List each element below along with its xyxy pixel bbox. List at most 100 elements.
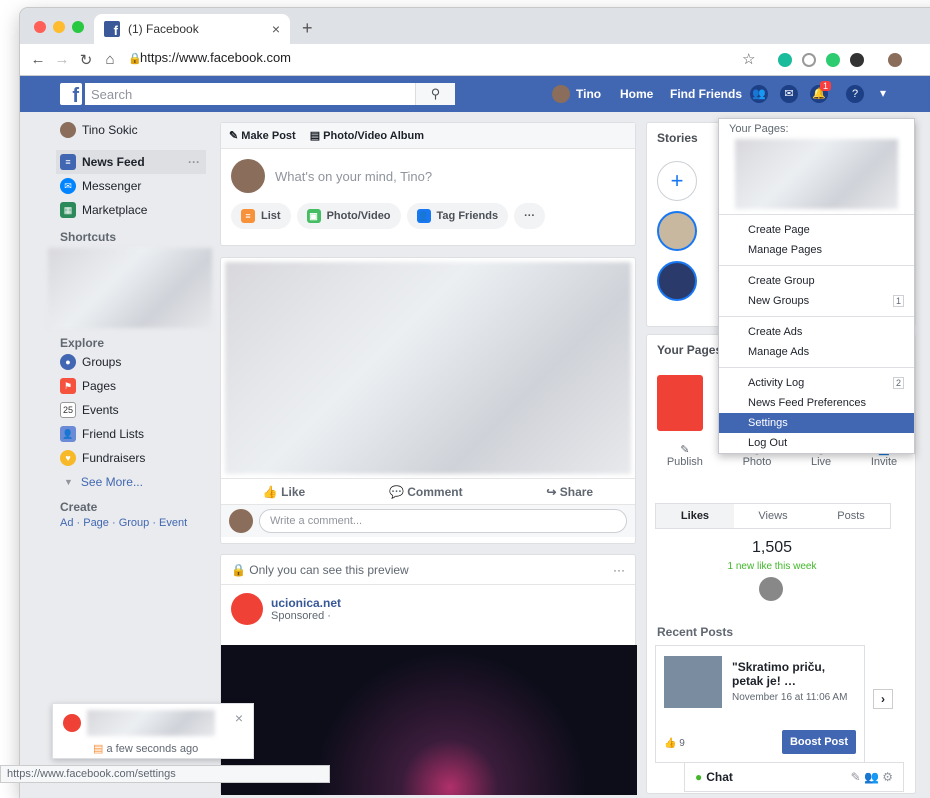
composer-input[interactable]: What's on your mind, Tino?	[275, 169, 432, 184]
page-avatar[interactable]	[231, 593, 263, 625]
tag-friends-button[interactable]: 👤 Tag Friends	[406, 203, 509, 229]
extension-icon[interactable]	[802, 53, 816, 67]
sidebar-item-marketplace[interactable]: ▦ Marketplace	[60, 198, 212, 222]
story-avatar[interactable]	[657, 211, 697, 251]
notification-toast[interactable]: × ▤ a few seconds ago	[52, 703, 254, 759]
profile-link[interactable]: Tino	[576, 87, 601, 101]
reaction-count: 9	[679, 738, 685, 749]
close-icon[interactable]: ×	[235, 710, 243, 726]
photo-video-button[interactable]: ▣ Photo/Video	[296, 203, 401, 229]
photo-label: Photo/Video	[326, 210, 391, 222]
menu-item-log-out[interactable]: Log Out	[719, 433, 914, 453]
fundraisers-icon: ♥	[60, 450, 76, 466]
home-icon[interactable]: ⌂	[98, 51, 122, 68]
extension-icon[interactable]	[850, 53, 864, 67]
chat-options-icon[interactable]: ✎ 👥 ⚙	[851, 770, 893, 784]
sidebar-item-news-feed[interactable]: ≡ News Feed ···	[56, 150, 206, 174]
friend-requests-icon[interactable]: 👥	[750, 85, 768, 103]
like-button[interactable]: 👍 Like	[263, 485, 305, 499]
account-menu-icon[interactable]: ▾	[880, 86, 886, 100]
marketplace-icon: ▦	[60, 202, 76, 218]
chevron-right-icon[interactable]: ›	[873, 689, 893, 709]
notification-type-icon: ▤	[93, 743, 104, 755]
more-options-icon[interactable]: ···	[613, 563, 625, 577]
extension-icon[interactable]	[778, 53, 792, 67]
more-options-button[interactable]: ···	[514, 203, 546, 229]
sidebar-item-fundraisers[interactable]: ♥ Fundraisers	[60, 446, 212, 470]
album-icon: ▤	[309, 130, 321, 142]
menu-item-manage-ads[interactable]: Manage Ads	[719, 342, 914, 362]
sidebar-item-friend-lists[interactable]: 👤 Friend Lists	[60, 422, 212, 446]
reload-icon[interactable]: ↻	[74, 51, 98, 69]
bookmark-star-icon[interactable]: ☆	[742, 50, 755, 68]
menu-item-new-groups[interactable]: New Groups 1	[719, 291, 914, 311]
menu-item-create-group[interactable]: Create Group	[719, 271, 914, 291]
add-story-icon[interactable]: +	[657, 161, 697, 201]
browser-tab[interactable]: f (1) Facebook ×	[94, 14, 290, 44]
sidebar-item-label: Pages	[82, 379, 117, 393]
home-link[interactable]: Home	[620, 87, 653, 101]
sidebar-item-label: Marketplace	[82, 203, 148, 217]
comment-icon: 💬	[388, 484, 404, 499]
extension-icon[interactable]	[826, 53, 840, 67]
search-input[interactable]: Search ⚲	[85, 83, 455, 105]
make-post-tab[interactable]: Make Post	[241, 130, 295, 142]
story-avatar[interactable]	[657, 261, 697, 301]
close-window-button[interactable]	[34, 21, 46, 33]
publish-button[interactable]: ✎ Publish	[667, 443, 703, 468]
sidebar-item-events[interactable]: 25 Events	[60, 398, 212, 422]
boost-post-button[interactable]: Boost Post	[782, 730, 856, 754]
menu-item-activity-log[interactable]: Activity Log 2	[719, 373, 914, 393]
minimize-window-button[interactable]	[53, 21, 65, 33]
account-dropdown-menu: Your Pages: Create Page Manage Pages Cre…	[718, 118, 915, 454]
sidebar-item-profile[interactable]: Tino Sokic	[60, 118, 212, 142]
publish-label: Publish	[666, 456, 703, 468]
maximize-window-button[interactable]	[72, 21, 84, 33]
tab-likes[interactable]: Likes	[656, 504, 734, 528]
chat-bar[interactable]: ● Chat ✎ 👥 ⚙	[684, 762, 904, 792]
sponsored-post: 🔒 Only you can see this preview ··· ucio…	[220, 554, 637, 795]
composer-card: ✎ Make Post ▤ Photo/Video Album What's o…	[220, 122, 636, 246]
create-links[interactable]: Ad · Page · Group · Event	[60, 517, 212, 529]
more-options-icon[interactable]: ···	[188, 155, 200, 169]
see-more-link[interactable]: ▼ See More...	[60, 470, 212, 494]
messenger-icon[interactable]: ✉	[780, 85, 798, 103]
tab-views[interactable]: Views	[734, 504, 812, 528]
friend-lists-icon: 👤	[60, 426, 76, 442]
avatar	[231, 159, 265, 193]
menu-item-create-ads[interactable]: Create Ads	[719, 322, 914, 342]
profile-icon[interactable]	[888, 53, 902, 67]
avatar[interactable]	[552, 85, 570, 103]
back-icon[interactable]: ←	[26, 51, 50, 68]
sidebar-item-groups[interactable]: ● Groups	[60, 350, 212, 374]
forward-icon[interactable]: →	[50, 51, 74, 68]
page-name-link[interactable]: ucionica.net	[271, 596, 341, 610]
lock-icon: 🔒	[231, 562, 246, 577]
sidebar-item-messenger[interactable]: ✉ Messenger	[60, 174, 212, 198]
share-button[interactable]: ↪ Share	[546, 485, 593, 499]
notification-text-blurred	[87, 710, 215, 736]
menu-item-create-page[interactable]: Create Page	[719, 220, 914, 240]
list-button[interactable]: ≡ List	[231, 203, 291, 229]
comment-input[interactable]: Write a comment...	[259, 509, 627, 533]
tab-bar: f (1) Facebook × +	[20, 8, 930, 44]
close-tab-icon[interactable]: ×	[272, 21, 280, 37]
notification-badge: 1	[820, 81, 832, 91]
url-bar[interactable]: https://www.facebook.com	[140, 50, 291, 65]
page-avatar[interactable]	[657, 375, 703, 431]
menu-item-manage-pages[interactable]: Manage Pages	[719, 240, 914, 260]
photo-album-tab[interactable]: Photo/Video Album	[323, 130, 424, 142]
menu-item-settings[interactable]: Settings	[719, 413, 914, 433]
help-icon[interactable]: ?	[846, 85, 864, 103]
sidebar-item-pages[interactable]: ⚑ Pages	[60, 374, 212, 398]
tab-posts[interactable]: Posts	[812, 504, 890, 528]
recent-post-card[interactable]: "Skratimo priču, petak je! … November 16…	[655, 645, 865, 763]
news-feed-icon: ≡	[60, 154, 76, 170]
menu-item-news-feed-preferences[interactable]: News Feed Preferences	[719, 393, 914, 413]
left-sidebar: Tino Sokic ≡ News Feed ··· ✉ Messenger ▦ Mar…	[48, 112, 212, 529]
new-tab-icon[interactable]: +	[302, 18, 313, 39]
comment-button[interactable]: 💬 Comment	[389, 485, 463, 499]
search-icon[interactable]: ⚲	[415, 83, 455, 105]
find-friends-link[interactable]: Find Friends	[670, 87, 742, 101]
facebook-logo-icon[interactable]: f	[60, 83, 82, 107]
